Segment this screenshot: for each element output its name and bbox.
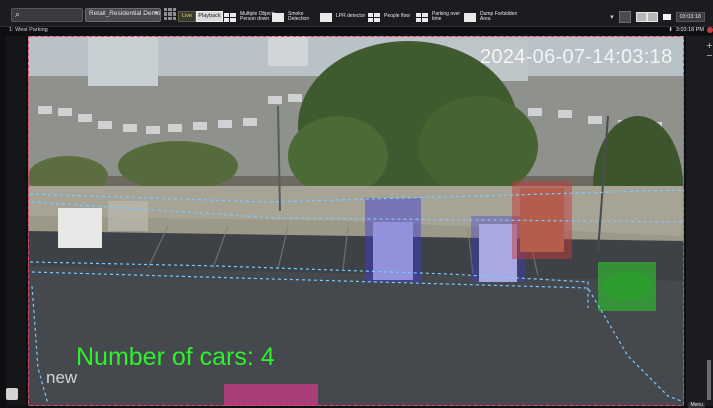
preset-label: Smoke Detection bbox=[288, 10, 310, 22]
detection-box-car bbox=[512, 181, 572, 259]
tile-right-controls: ⬇ 3:03:18 PM bbox=[668, 27, 713, 33]
main-toolbar: ⌕ Retail_Residential Demo ▾ Live Playbac… bbox=[0, 0, 713, 27]
pin-icon[interactable]: ⬇ bbox=[668, 27, 673, 33]
layout-thumbnail-icon bbox=[464, 12, 476, 22]
layout-thumbnail-icon bbox=[416, 12, 428, 22]
detection-box-car bbox=[224, 384, 318, 406]
toolbar-clock: 03:03:18 bbox=[675, 12, 705, 22]
preset-label: Multiple Objects Person down bbox=[240, 10, 276, 22]
chevron-down-icon: ▾ bbox=[154, 9, 158, 17]
camera-video-feed[interactable]: 2024-06-07-14:03:18 Number of cars: 4 ne… bbox=[28, 36, 684, 406]
search-icon: ⌕ bbox=[15, 10, 21, 20]
layout-grid-icon[interactable] bbox=[164, 8, 176, 20]
video-timestamp: 2024-06-07-14:03:18 bbox=[480, 46, 673, 68]
window-icon[interactable] bbox=[662, 14, 671, 20]
left-strip bbox=[6, 36, 26, 406]
zoom-in-icon[interactable]: + bbox=[706, 41, 713, 50]
layout-thumbnail-icon bbox=[368, 12, 380, 22]
zoom-out-icon[interactable]: − bbox=[706, 51, 713, 60]
zone-label: new bbox=[46, 368, 78, 387]
camera-time: 3:03:18 PM bbox=[675, 27, 704, 33]
camera-tile-header: 1: West Parking ⬇ 3:03:18 PM bbox=[6, 27, 713, 35]
preset-label: People flow bbox=[384, 13, 410, 20]
camera-title: 1: West Parking bbox=[9, 27, 48, 33]
scrollbar-thumb[interactable] bbox=[707, 360, 711, 400]
close-icon[interactable] bbox=[707, 27, 713, 33]
right-panel bbox=[686, 36, 713, 406]
preset-label: LPR detector bbox=[336, 13, 366, 20]
settings-icon[interactable] bbox=[618, 11, 631, 23]
live-toggle[interactable]: Live bbox=[178, 11, 196, 22]
preset-smoke-detection[interactable]: Smoke Detection bbox=[272, 11, 309, 23]
preset-dump-forbidden-area[interactable]: Dump Forbidden Area bbox=[464, 11, 517, 23]
menu-label[interactable]: Menu bbox=[688, 402, 705, 408]
toolbar-right-controls: ▾ 03:03:18 bbox=[610, 11, 705, 23]
search-input[interactable]: ⌕ bbox=[11, 8, 83, 22]
layout-thumbnail-icon bbox=[320, 12, 332, 22]
preset-label: Parking over time bbox=[432, 10, 461, 22]
site-select-label: Retail_Residential Demo bbox=[89, 10, 161, 17]
playback-toggle[interactable]: Playback bbox=[196, 11, 223, 22]
preset-lpr-detector[interactable]: LPR detector bbox=[320, 11, 365, 23]
car-count-overlay: Number of cars: 4 bbox=[76, 343, 275, 371]
preset-multiple-objects[interactable]: Multiple Objects Person down bbox=[224, 11, 276, 23]
layout-thumbnail-icon bbox=[224, 12, 236, 22]
layout-thumbnail-icon bbox=[272, 12, 284, 22]
preset-parking-over-time[interactable]: Parking over time bbox=[416, 11, 460, 23]
preset-people-flow[interactable]: People flow bbox=[368, 11, 410, 23]
site-select[interactable]: Retail_Residential Demo ▾ bbox=[85, 8, 161, 22]
preset-label: Dump Forbidden Area bbox=[480, 10, 518, 22]
chevron-down-icon[interactable]: ▾ bbox=[610, 13, 614, 21]
detection-box-car bbox=[365, 198, 421, 282]
detection-box-car bbox=[598, 262, 656, 311]
layout-toggle-icon[interactable] bbox=[635, 12, 658, 22]
camera-icon[interactable] bbox=[6, 388, 18, 400]
